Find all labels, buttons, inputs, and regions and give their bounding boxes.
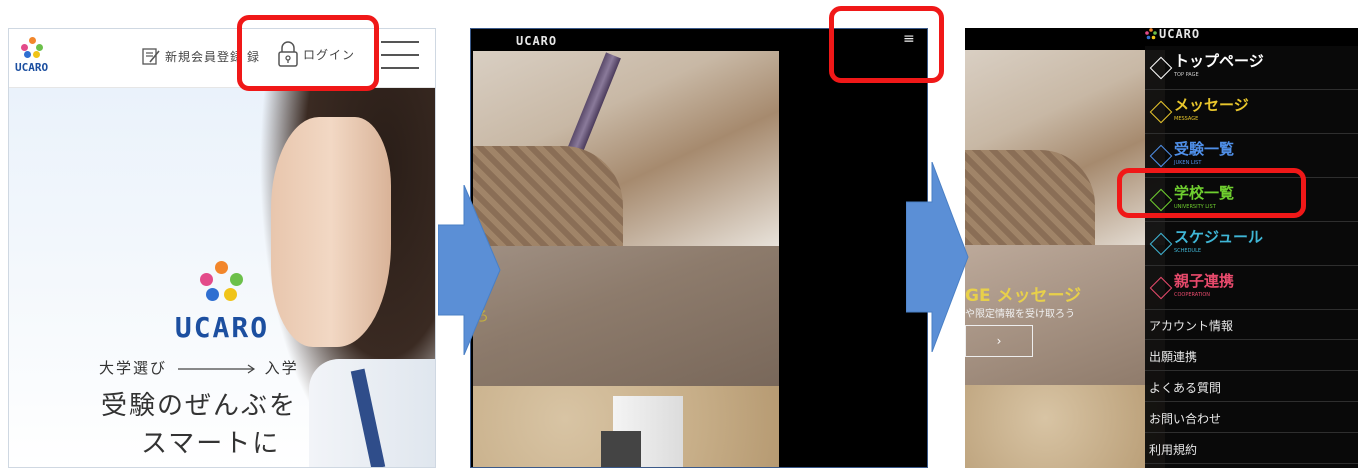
school-icon <box>1149 188 1173 212</box>
checklist-icon <box>1149 144 1173 168</box>
long-arrow-icon <box>177 364 255 373</box>
menu-item-juken-list[interactable]: 受験一覧 JUKEN LIST <box>1145 134 1358 178</box>
menu-label: アカウント情報 <box>1149 319 1234 333</box>
login-link[interactable]: ログイン <box>277 40 355 68</box>
menu-item-account[interactable]: アカウント情報 <box>1145 311 1358 340</box>
screen-2-top: UCARO ≡ ろ <box>470 28 928 468</box>
drawer-logo[interactable]: UCARO <box>1145 28 1200 41</box>
message-button[interactable]: › <box>965 325 1033 357</box>
menu-item-faq[interactable]: よくある質問 <box>1145 373 1358 402</box>
menu-item-top-page[interactable]: トップページ TOP PAGE <box>1145 46 1358 90</box>
menu-label: トップページ <box>1174 52 1264 70</box>
site-logo[interactable]: UCARO <box>15 37 51 81</box>
menu-label: 利用規約 <box>1149 443 1198 457</box>
menu-item-contact[interactable]: お問い合わせ <box>1145 404 1358 433</box>
logo-wordmark: UCARO <box>15 61 49 74</box>
register-link[interactable]: 新規会員登録 録 <box>141 46 259 66</box>
writing-photo <box>965 50 1165 245</box>
nav-drawer: UCARO トップページ TOP PAGE メッセージ MESSAGE 受験一覧… <box>1145 28 1358 468</box>
menu-sublabel: MESSAGE <box>1174 116 1199 122</box>
hero-wordmark: UCARO <box>174 311 270 344</box>
message-subtitle: や限定情報を受け取ろう <box>965 309 1075 320</box>
menu-label: スケジュール <box>1174 228 1263 246</box>
message-banner: GE メッセージ や限定情報を受け取ろう › <box>965 245 1165 385</box>
books-photo <box>965 385 1165 468</box>
menu-item-message[interactable]: メッセージ MESSAGE <box>1145 90 1358 134</box>
menu-label: 出願連携 <box>1149 350 1198 364</box>
writing-photo <box>473 51 779 246</box>
logo-wordmark[interactable]: UCARO <box>516 34 557 48</box>
books-photo <box>473 386 779 467</box>
form-icon <box>142 48 160 65</box>
menu-item-application[interactable]: 出願連携 <box>1145 342 1358 371</box>
register-label: 新規会員登録 <box>165 49 244 64</box>
menu-sublabel: UNIVERSITY LIST <box>1174 204 1216 210</box>
message-title: GE メッセージ <box>965 286 1082 306</box>
menu-item-schedule[interactable]: スケジュール SCHEDULE <box>1145 222 1358 266</box>
menu-sublabel: TOP PAGE <box>1174 72 1199 78</box>
tagline: 大学選び 入学 <box>99 359 299 377</box>
menu-label: メッセージ <box>1174 96 1249 114</box>
share-icon <box>1149 276 1173 300</box>
screen-1-home: UCARO 新規会員登録 録 ログイン UCARO 大学選び 入学 受験のぜんぶ… <box>8 28 436 468</box>
menu-label: 学校一覧 <box>1174 184 1235 202</box>
flower-logo-icon <box>1145 28 1157 40</box>
menu-sublabel: JUKEN LIST <box>1174 160 1202 166</box>
hamburger-menu-icon[interactable]: ≡ <box>903 31 915 47</box>
menu-label: よくある質問 <box>1149 381 1222 395</box>
hamburger-menu-icon[interactable] <box>381 41 419 71</box>
menu-item-cooperation[interactable]: 親子連携 COOPERATION <box>1145 266 1358 310</box>
menu-sublabel: COOPERATION <box>1174 292 1211 298</box>
screen-3-menu-open: GE メッセージ や限定情報を受け取ろう › UCARO トップページ TOP … <box>965 28 1358 468</box>
menu-item-terms[interactable]: 利用規約 <box>1145 435 1358 464</box>
calendar-icon <box>1149 232 1173 256</box>
header: UCARO 新規会員登録 録 ログイン <box>9 29 435 88</box>
lock-icon <box>278 41 298 67</box>
message-banner[interactable]: ろ <box>473 246 779 386</box>
menu-label: 受験一覧 <box>1174 140 1235 158</box>
login-label: ログイン <box>303 47 356 62</box>
message-icon <box>1149 100 1173 124</box>
menu-label: お問い合わせ <box>1149 412 1222 426</box>
step-arrow-icon <box>906 162 969 352</box>
headline-1: 受験のぜんぶを <box>101 391 298 421</box>
menu-item-university-list[interactable]: 学校一覧 UNIVERSITY LIST <box>1145 178 1358 222</box>
headline-2: スマートに <box>141 429 281 459</box>
menu-label: 親子連携 <box>1174 272 1235 290</box>
hero-logo: UCARO <box>167 261 277 344</box>
step-arrow-icon <box>438 185 501 355</box>
menu-sublabel: SCHEDULE <box>1174 248 1202 254</box>
home-icon <box>1149 56 1173 80</box>
